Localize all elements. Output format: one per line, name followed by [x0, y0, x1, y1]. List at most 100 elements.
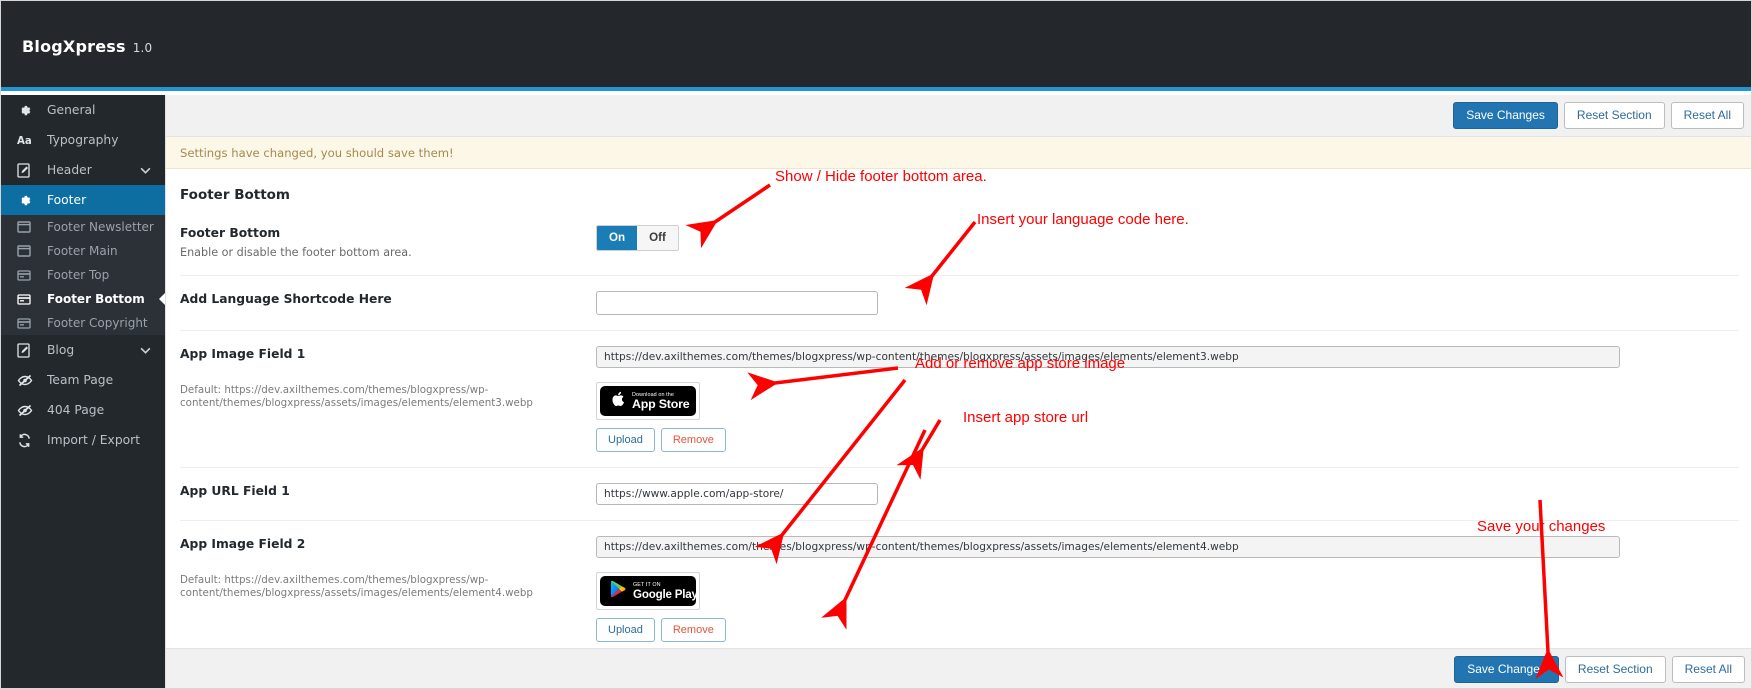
window-icon	[17, 243, 37, 259]
sidebar-item-footer-newsletter[interactable]: Footer Newsletter	[1, 215, 165, 239]
reset-section-button-bottom[interactable]: Reset Section	[1564, 656, 1666, 683]
sidebar-item-header[interactable]: Header	[1, 155, 165, 185]
sidebar-item-general[interactable]: General	[1, 95, 165, 125]
field-label: App Image Field 2	[180, 537, 306, 551]
field-label: App Image Field 1	[180, 347, 306, 361]
edit-page-icon	[17, 162, 37, 178]
eye-slash-icon	[17, 372, 37, 388]
app-image-2-input[interactable]: https://dev.axilthemes.com/themes/blogxp…	[596, 536, 1620, 558]
save-changes-button-bottom[interactable]: Save Changes	[1454, 656, 1559, 683]
chevron-down-icon[interactable]	[140, 163, 151, 177]
field-app-url-1: App URL Field 1 https://www.apple.com/ap…	[180, 467, 1739, 520]
remove-button[interactable]: Remove	[660, 428, 726, 452]
app-store-badge-preview[interactable]: Download on the App Store	[596, 382, 700, 420]
brand-name: BlogXpress	[22, 37, 126, 56]
notice-text: Settings have changed, you should save t…	[180, 145, 454, 160]
upload-button[interactable]: Upload	[596, 618, 655, 642]
layout-icon	[17, 315, 37, 331]
app-image-2-preview-group: GET IT ON Google Play Upload Remove	[596, 572, 1739, 642]
sidebar-item-label: Typography	[47, 133, 119, 147]
page-title: Footer Bottom	[180, 187, 291, 203]
sidebar-item-label: Footer Main	[47, 244, 118, 258]
top-bar: BlogXpress 1.0	[1, 1, 1751, 91]
google-play-icon	[610, 580, 626, 602]
field-label: Add Language Shortcode Here	[180, 292, 392, 306]
badge-text: Download on the App Store	[632, 392, 690, 411]
sidebar-item-team-page[interactable]: Team Page	[1, 365, 165, 395]
sidebar-item-footer[interactable]: Footer	[1, 185, 165, 215]
sidebar-nav: General Aa Typography Header Footer Foot…	[1, 95, 166, 688]
field-label-cell: App Image Field 1 Default: https://dev.a…	[180, 346, 596, 410]
google-play-badge-preview[interactable]: GET IT ON Google Play	[596, 572, 700, 610]
field-default-note: Default: https://dev.axilthemes.com/them…	[180, 574, 533, 599]
field-control-cell: https://www.apple.com/app-store/	[596, 483, 1739, 505]
sidebar-item-footer-copyright[interactable]: Footer Copyright	[1, 311, 165, 335]
sidebar-item-footer-main[interactable]: Footer Main	[1, 239, 165, 263]
edit-page-icon	[17, 342, 37, 358]
field-label: App URL Field 1	[180, 484, 290, 498]
bottom-action-bar: Save Changes Reset Section Reset All	[166, 648, 1751, 688]
sidebar-item-label: Footer Top	[47, 268, 110, 282]
badge-main-line: Google Play	[633, 587, 698, 601]
field-control-cell	[596, 291, 1739, 315]
field-label-cell: App Image Field 2 Default: https://dev.a…	[180, 536, 596, 600]
reset-all-button-bottom[interactable]: Reset All	[1671, 656, 1745, 683]
layout-icon	[17, 267, 37, 283]
sidebar-item-footer-bottom[interactable]: Footer Bottom	[1, 287, 166, 311]
field-language-shortcode: Add Language Shortcode Here	[180, 275, 1739, 330]
sync-icon	[17, 432, 37, 448]
toggle-on-option[interactable]: On	[597, 226, 638, 250]
sidebar-item-blog[interactable]: Blog	[1, 335, 165, 365]
field-label-cell: Footer Bottom Enable or disable the foot…	[180, 225, 596, 260]
sidebar-item-label: Footer	[47, 193, 87, 207]
field-footer-bottom: Footer Bottom Enable or disable the foot…	[180, 219, 1739, 275]
eye-slash-icon	[17, 402, 37, 418]
save-changes-button[interactable]: Save Changes	[1453, 102, 1558, 129]
sidebar-item-label: General	[47, 103, 96, 117]
chevron-down-icon[interactable]	[140, 343, 151, 357]
sidebar-item-label: Footer Newsletter	[47, 220, 154, 234]
top-action-bar: Save Changes Reset Section Reset All	[166, 95, 1751, 137]
upload-button[interactable]: Upload	[596, 428, 655, 452]
sidebar-item-label: Blog	[47, 343, 75, 357]
sidebar-item-import-export[interactable]: Import / Export	[1, 425, 165, 455]
unsaved-changes-notice: Settings have changed, you should save t…	[166, 137, 1751, 169]
reset-all-button[interactable]: Reset All	[1670, 102, 1744, 129]
field-app-image-2: App Image Field 2 Default: https://dev.a…	[180, 520, 1739, 657]
typography-icon: Aa	[17, 132, 37, 148]
brand-title: BlogXpress 1.0	[22, 37, 152, 56]
field-description: Enable or disable the footer bottom area…	[180, 246, 412, 259]
brand-version: 1.0	[132, 41, 153, 55]
sidebar-item-footer-top[interactable]: Footer Top	[1, 263, 165, 287]
remove-button[interactable]: Remove	[660, 618, 726, 642]
field-control-cell: https://dev.axilthemes.com/themes/blogxp…	[596, 346, 1739, 452]
app-image-1-buttons: Upload Remove	[596, 428, 1739, 452]
language-shortcode-input[interactable]	[596, 291, 878, 315]
sidebar-item-label: Footer Copyright	[47, 316, 148, 330]
app-image-1-input[interactable]: https://dev.axilthemes.com/themes/blogxp…	[596, 346, 1620, 368]
field-control-cell: On Off	[596, 225, 1739, 251]
footer-bottom-toggle[interactable]: On Off	[596, 225, 679, 251]
app-store-badge: Download on the App Store	[600, 386, 696, 416]
window-icon	[17, 219, 37, 235]
app-url-1-input[interactable]: https://www.apple.com/app-store/	[596, 483, 878, 505]
field-control-cell: https://dev.axilthemes.com/themes/blogxp…	[596, 536, 1739, 642]
settings-panel: Footer Bottom Footer Bottom Enable or di…	[166, 169, 1751, 688]
gear-icon	[17, 102, 37, 118]
reset-section-button[interactable]: Reset Section	[1563, 102, 1665, 129]
gear-icon	[17, 192, 37, 208]
field-label-cell: App URL Field 1	[180, 483, 596, 499]
sidebar-item-typography[interactable]: Aa Typography	[1, 125, 165, 155]
sidebar-item-label: Import / Export	[47, 433, 141, 447]
app-image-1-preview-group: Download on the App Store Upload Remove	[596, 382, 1739, 452]
badge-main-line: App Store	[632, 396, 690, 411]
field-label-cell: Add Language Shortcode Here	[180, 291, 596, 307]
field-default-note: Default: https://dev.axilthemes.com/them…	[180, 384, 533, 409]
google-play-badge: GET IT ON Google Play	[600, 576, 698, 606]
sidebar-item-label: Footer Bottom	[47, 292, 145, 306]
toggle-off-option[interactable]: Off	[637, 226, 678, 250]
field-app-image-1: App Image Field 1 Default: https://dev.a…	[180, 330, 1739, 467]
field-label: Footer Bottom	[180, 226, 281, 240]
sidebar-item-label: Team Page	[47, 373, 114, 387]
sidebar-item-404-page[interactable]: 404 Page	[1, 395, 165, 425]
